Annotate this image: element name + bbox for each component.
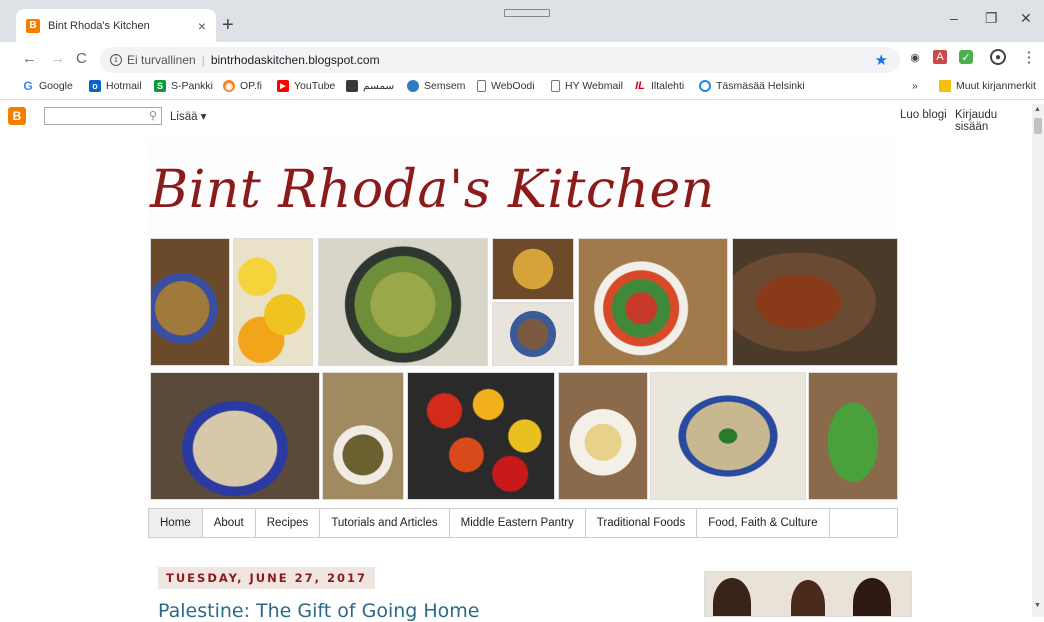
- extension-icon[interactable]: ◉: [908, 50, 922, 64]
- person-photo-2: [791, 580, 825, 616]
- tab-food-faith-culture[interactable]: Food, Faith & Culture: [697, 509, 830, 537]
- op-icon: ◉: [223, 80, 235, 92]
- stuffed-apple-photo: [558, 372, 648, 500]
- scroll-thumb[interactable]: [1034, 118, 1042, 134]
- post-date: TUESDAY, JUNE 27, 2017: [158, 567, 375, 589]
- close-window-button[interactable]: ✕: [1020, 10, 1032, 27]
- blogger-favicon-icon: B: [26, 18, 40, 33]
- bookmark-iltalehti[interactable]: IL Iltalehti: [634, 80, 684, 92]
- bookmark-tasmasaa[interactable]: Täsmäsää Helsinki: [699, 80, 805, 92]
- outlook-icon: o: [89, 80, 101, 92]
- salad-photo: [578, 238, 728, 366]
- bookmark-semsem[interactable]: Semsem: [407, 80, 465, 92]
- blog-title[interactable]: Bint Rhoda's Kitchen: [150, 160, 715, 220]
- search-icon[interactable]: ⚲: [149, 109, 157, 122]
- google-icon: G: [23, 79, 33, 93]
- page-icon: [551, 80, 560, 92]
- bookmark-youtube[interactable]: ▶ YouTube: [277, 80, 335, 92]
- scroll-down-arrow-icon[interactable]: ▼: [1034, 602, 1041, 609]
- lemons-photo: [233, 238, 313, 366]
- bookmark-google[interactable]: G Google: [22, 79, 73, 93]
- bookmark-semsem-arabic[interactable]: سمسم: [346, 80, 394, 92]
- bookmarks-overflow-button[interactable]: »: [912, 80, 918, 92]
- blog-search-input[interactable]: ⚲: [44, 107, 162, 125]
- info-icon[interactable]: i: [110, 54, 122, 66]
- bookmark-op[interactable]: ◉ OP.fi: [223, 80, 262, 92]
- globe-icon: [407, 80, 419, 92]
- bookmark-spankki[interactable]: S S-Pankki: [154, 80, 213, 92]
- url-text[interactable]: bintrhodaskitchen.blogspot.com: [211, 53, 380, 67]
- hummus-photo: [650, 372, 806, 500]
- pita-bread-photo: [150, 372, 320, 500]
- other-bookmarks-folder[interactable]: Muut kirjanmerkit: [939, 80, 1036, 92]
- bookmark-weboodi[interactable]: WebOodi: [477, 80, 535, 92]
- iltalehti-icon: IL: [635, 80, 645, 92]
- tab-traditional-foods[interactable]: Traditional Foods: [586, 509, 698, 537]
- post-title-link[interactable]: Palestine: The Gift of Going Home: [158, 600, 479, 622]
- chrome-menu-icon[interactable]: ⋮: [1022, 49, 1037, 66]
- lentil-soup-photo: [150, 238, 230, 366]
- rice-dish-photo: [492, 238, 574, 300]
- lettuce-photo: [808, 372, 898, 500]
- profile-avatar-icon[interactable]: ●: [990, 49, 1006, 65]
- spankki-icon: S: [154, 80, 166, 92]
- stuffed-peppers-photo: [407, 372, 555, 500]
- person-photo-1: [713, 578, 751, 616]
- blogger-logo-icon[interactable]: B: [8, 107, 26, 125]
- zaatar-oil-photo: [322, 372, 404, 500]
- restore-button[interactable]: ❐: [985, 10, 998, 27]
- tab-home[interactable]: Home: [149, 509, 203, 537]
- pdf-extension-icon[interactable]: A: [933, 50, 947, 64]
- forward-button[interactable]: →: [50, 50, 65, 67]
- security-label: Ei turvallinen: [127, 53, 196, 67]
- folder-icon: [939, 80, 951, 92]
- tab-about[interactable]: About: [203, 509, 256, 537]
- browser-toolbar: ← → C i Ei turvallinen | bintrhodaskitch…: [0, 42, 1044, 76]
- address-bar[interactable]: i Ei turvallinen | bintrhodaskitchen.blo…: [100, 47, 900, 73]
- person-photo-3: [853, 578, 891, 616]
- more-menu-button[interactable]: Lisää ▾: [170, 109, 206, 123]
- minimize-button[interactable]: –: [950, 10, 958, 26]
- tab-title: Bint Rhoda's Kitchen: [48, 19, 150, 32]
- scroll-up-arrow-icon[interactable]: ▲: [1034, 106, 1041, 113]
- new-tab-button[interactable]: +: [222, 14, 234, 37]
- page-icon: [477, 80, 486, 92]
- bookmark-hotmail[interactable]: o Hotmail: [89, 80, 142, 92]
- bookmarks-bar: G Google o Hotmail S S-Pankki ◉ OP.fi ▶ YouTu…: [0, 76, 1044, 100]
- tab-pantry[interactable]: Middle Eastern Pantry: [450, 509, 586, 537]
- meat-stew-photo: [492, 302, 574, 366]
- roast-chicken-photo: [732, 238, 898, 366]
- bookmark-star-icon[interactable]: ★: [875, 51, 888, 69]
- page-scrollbar[interactable]: ▲ ▼: [1032, 104, 1044, 617]
- sign-in-link[interactable]: Kirjaudu sisään: [955, 109, 1032, 133]
- semsem-logo-icon: [346, 80, 358, 92]
- shield-extension-icon[interactable]: ✓: [959, 50, 973, 64]
- blogger-navbar: B ⚲ Lisää ▾ Luo blogi Kirjaudu sisään: [0, 104, 1032, 133]
- browser-tab[interactable]: B Bint Rhoda's Kitchen ×: [16, 9, 216, 42]
- divider: |: [201, 53, 205, 67]
- tab-recipes[interactable]: Recipes: [256, 509, 321, 537]
- tab-tutorials[interactable]: Tutorials and Articles: [320, 509, 450, 537]
- reload-button[interactable]: C: [76, 50, 87, 67]
- sidebar-profile-photo[interactable]: [704, 571, 912, 617]
- blog-nav-tabs: Home About Recipes Tutorials and Article…: [148, 508, 898, 538]
- browser-tabstrip: B Bint Rhoda's Kitchen × + – ❐ ✕: [0, 0, 1044, 42]
- bookmark-hy-webmail[interactable]: HY Webmail: [551, 80, 623, 92]
- tab-close-icon[interactable]: ×: [198, 18, 206, 34]
- stuffed-grape-leaves-photo: [318, 238, 488, 366]
- weather-icon: [699, 80, 711, 92]
- window-drag-handle[interactable]: [504, 9, 550, 17]
- create-blog-link[interactable]: Luo blogi: [900, 109, 947, 121]
- youtube-icon: ▶: [277, 80, 289, 92]
- back-button[interactable]: ←: [22, 50, 37, 67]
